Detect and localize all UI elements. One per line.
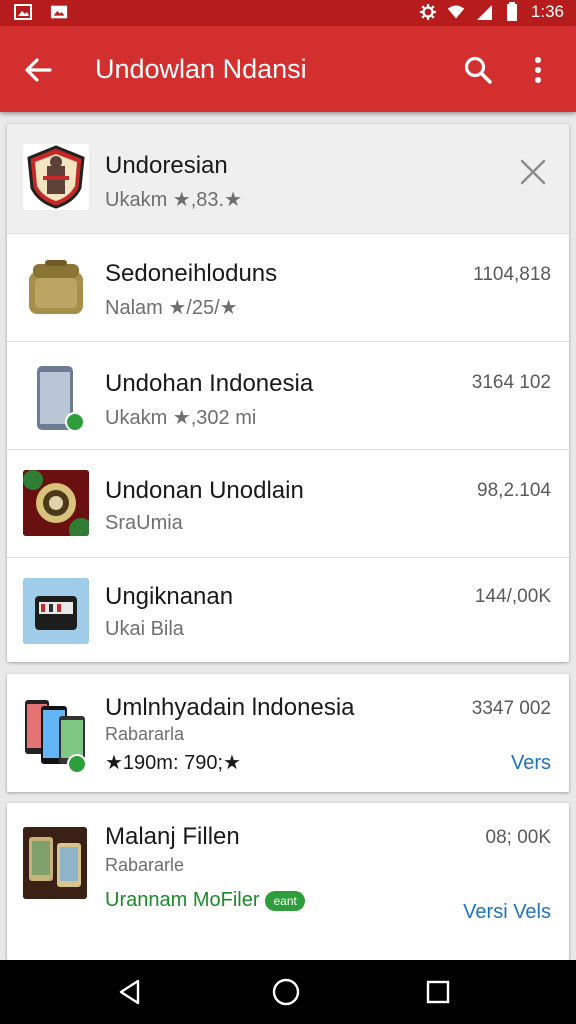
search-button[interactable] [456,48,500,92]
item-size: 08; 00K [485,827,552,848]
dismiss-button[interactable] [513,152,553,192]
nav-recents-icon [426,980,450,1004]
status-bar: 1:36 [0,0,576,26]
item-title: Undoresian [105,152,228,179]
item-thumbnail [23,364,89,432]
nav-back-button[interactable] [108,972,152,1012]
result-card[interactable]: Umlnhyadain lndonesia Rabararla ★190m: 7… [7,674,569,792]
item-subtitle: SraUmia [105,512,183,534]
nav-home-button[interactable] [264,972,308,1012]
nav-home-icon [272,978,300,1006]
close-icon [520,159,546,185]
navigation-bar [0,960,576,1024]
list-item[interactable]: Undoresian Ukakm ★,83.★ [7,124,569,234]
list-item[interactable]: Undonan Unodlain SraUmia 98,2.104 [7,450,569,558]
status-badge [65,412,85,432]
page-title: Undowlan Ndansi [95,54,307,84]
search-icon [464,56,492,84]
item-developer: Urannam MoFiler eant [105,889,305,912]
item-title: Sedoneihloduns [105,260,278,287]
item-size: 3347 002 [471,698,551,719]
item-size: 1104,818 [473,264,551,285]
item-title: Undohan Indonesia [105,370,314,397]
gallery-icon [14,3,32,21]
item-title: Malanj Fillen [105,823,240,850]
item-thumbnail [23,692,89,774]
item-title: Ungiknanan [105,583,234,610]
developer-name: Urannam MoFiler [105,889,260,911]
item-subtitle: Nalam ★/25/★ [105,297,238,319]
item-size: 98,2.104 [477,480,551,501]
item-thumbnail [23,470,89,536]
back-button[interactable] [16,48,60,92]
item-subtitle: Rabararle [105,855,185,875]
item-thumbnail [23,578,89,644]
app-bar: Undowlan Ndansi [0,26,576,112]
item-thumbnail [23,256,89,322]
item-thumbnail [23,827,87,899]
settings-icon [419,3,437,21]
photo-icon [50,3,68,21]
back-arrow-icon [25,58,52,82]
results-card: Undoresian Ukakm ★,83.★ Sedoneihloduns N… [7,124,569,662]
status-time: 1:36 [530,2,564,21]
item-size: 144/,00K [474,586,551,607]
item-title: Undonan Unodlain [105,477,304,504]
version-link[interactable]: Vers [511,752,551,775]
battery-icon [503,2,521,21]
nav-back-icon [119,979,140,1005]
version-link[interactable]: Versi Vels [463,901,551,924]
item-subtitle: Ukakm ★,83.★ [105,189,243,211]
more-vert-icon [535,57,541,83]
item-subtitle: Rabararla [105,724,185,744]
nav-recents-button[interactable] [416,972,460,1012]
list-item[interactable]: Sedoneihloduns Nalam ★/25/★ 1104,818 [7,234,569,342]
item-detail: ★190m: 790;★ [105,752,241,774]
status-badge [67,754,87,774]
item-title: Umlnhyadain lndonesia [105,694,355,721]
result-card[interactable]: Malanj Fillen Rabararle Urannam MoFiler e… [7,803,569,960]
list-item[interactable]: Undohan Indonesia Ukakm ★,302 mi 3164 10… [7,342,569,450]
status-badge: eant [265,890,305,911]
item-subtitle: Ukai Bila [105,618,184,640]
more-options-button[interactable] [516,48,560,92]
signal-icon [475,3,493,21]
item-subtitle: Ukakm ★,302 mi [105,407,257,429]
item-size: 3164 102 [471,372,551,393]
wifi-icon [447,3,465,21]
item-thumbnail [23,144,89,210]
list-item[interactable]: Ungiknanan Ukai Bila 144/,00K [7,558,569,662]
